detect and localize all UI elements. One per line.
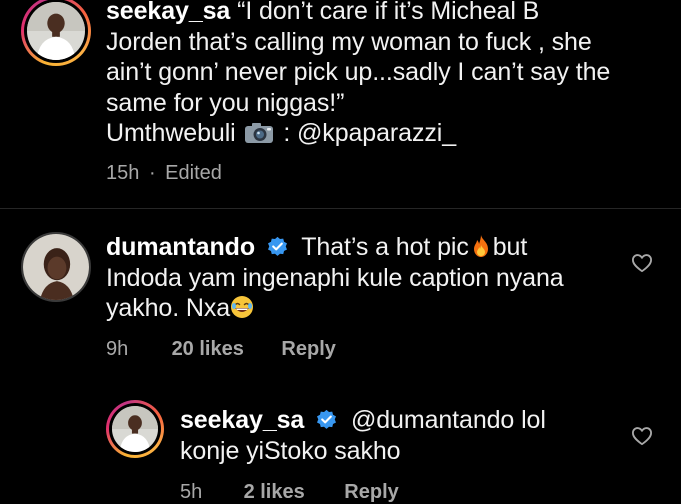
comment-meta: 9h 20 likes Reply [106,338,336,361]
comment-timestamp: 9h [106,338,129,360]
divider [0,208,681,209]
fire-emoji-icon [473,235,488,257]
comment-text: @dumantando lol [350,406,546,434]
caption-line: same for you niggas!” [106,88,345,117]
camera-emoji-icon [245,123,274,143]
comment-meta: 5h 2 likes Reply [180,481,399,504]
profile-photo-icon [112,406,158,452]
comment-username[interactable]: seekay_sa [180,406,304,434]
caption-line: “I don’t care if it’s Micheal B [237,0,540,25]
comment-text: but [492,233,528,261]
comment-username[interactable]: dumantando [106,233,255,261]
avatar[interactable] [21,232,91,302]
reply-button[interactable]: Reply [281,338,335,361]
edited-label: Edited [165,162,222,184]
credit-handle[interactable]: : @kpaparazzi_ [283,119,456,147]
likes-count[interactable]: 2 likes [244,481,305,504]
meta-separator: · [148,162,156,184]
comment-text: konje yiStoko sakho [180,436,401,465]
credit-prefix: Umthwebuli [106,119,236,147]
avatar[interactable] [21,0,91,66]
comment-text: Indoda yam ingenaphi kule caption nyana [106,263,564,292]
comment-text: That’s a hot pic [301,233,469,261]
verified-badge-icon [317,409,337,429]
avatar[interactable] [106,400,164,458]
comment-timestamp: 5h [180,481,203,503]
caption-timestamp: 15h [106,162,140,184]
laughing-emoji-icon [231,296,254,318]
likes-count[interactable]: 20 likes [172,338,244,361]
like-heart-icon[interactable] [631,426,653,446]
caption-username[interactable]: seekay_sa [106,0,230,25]
caption-meta: 15h · Edited [106,162,222,185]
like-heart-icon[interactable] [631,253,653,273]
reply-button[interactable]: Reply [344,481,398,504]
verified-badge-icon [267,236,287,256]
caption-line: Jorden that’s calling my woman to fuck ,… [106,27,592,56]
profile-photo-icon [23,234,89,300]
profile-photo-icon [27,2,85,60]
caption-line: ain’t gonn’ never pick up...sadly I can’… [106,58,611,86]
comment-text: yakho. Nxa [106,294,231,322]
